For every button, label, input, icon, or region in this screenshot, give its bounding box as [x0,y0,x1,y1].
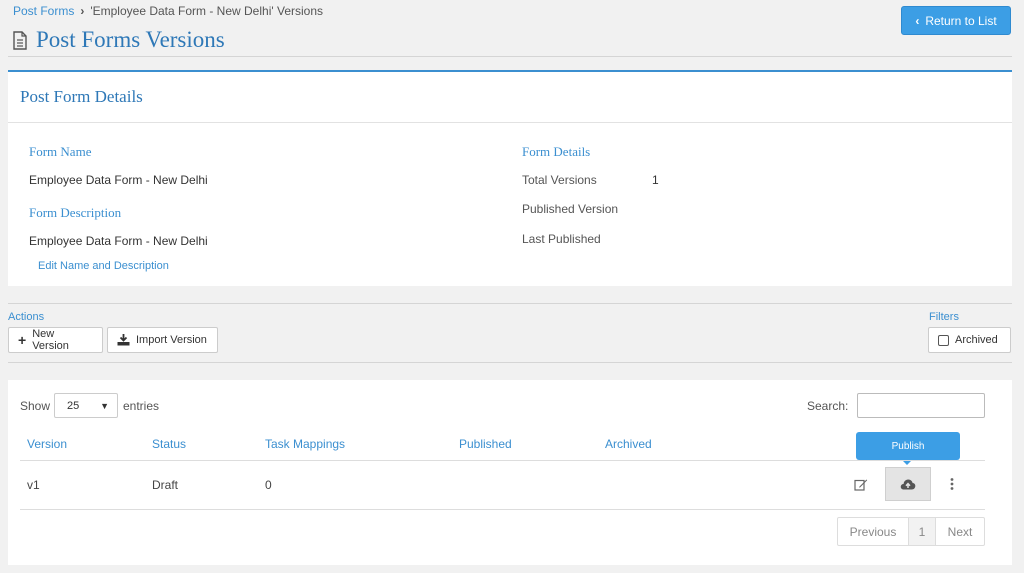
row-task-mappings: 0 [265,478,272,492]
caret-down-icon: ▼ [100,400,109,411]
breadcrumb-post-forms-link[interactable]: Post Forms [13,4,74,18]
vertical-ellipsis-icon [950,478,954,490]
plus-icon: + [18,332,27,348]
pagination: Previous 1 Next [837,517,985,546]
entries-select[interactable]: 25 ▼ [54,393,118,418]
details-panel-title: Post Form Details [8,72,1012,123]
form-name-label: Form Name [29,144,92,159]
last-published-label: Last Published [522,232,601,246]
pagination-page-1[interactable]: 1 [908,518,936,545]
edit-version-button[interactable] [848,471,874,497]
entries-value: 25 [67,399,80,412]
table-row: v1 Draft 0 [20,461,985,509]
pagination-next-button[interactable]: Next [936,518,984,545]
download-icon [117,334,130,346]
column-header-published[interactable]: Published [459,437,512,451]
form-name-value: Employee Data Form - New Delhi [29,173,208,187]
new-version-label: New Version [32,328,69,352]
page-title-text: Post Forms Versions [36,27,225,52]
cloud-upload-icon [900,479,916,490]
column-header-archived[interactable]: Archived [605,437,652,451]
show-label: Show [20,399,51,413]
row-bottom-divider [20,509,985,510]
actions-bottom-divider [8,362,1012,363]
filters-label: Filters [929,311,959,323]
return-to-list-label: Return to List [925,13,997,28]
breadcrumb: Post Forms › 'Employee Data Form - New D… [13,4,323,18]
column-header-version[interactable]: Version [27,437,67,451]
import-version-button[interactable]: Import Version [107,327,218,353]
import-version-label: Import Version [136,334,207,346]
published-version-label: Published Version [522,202,619,216]
more-options-button[interactable] [942,471,962,497]
archived-filter-toggle[interactable]: Archived [928,327,1011,353]
publish-version-button[interactable] [885,467,931,501]
new-version-button[interactable]: + New Version [8,327,103,353]
entries-label: entries [123,399,160,413]
edit-icon [854,479,868,491]
search-input[interactable] [857,393,985,418]
archived-checkbox[interactable] [938,334,949,346]
post-form-details-panel: Post Form Details Form Name Employee Dat… [8,70,1012,286]
return-to-list-button[interactable]: ‹ Return to List [901,6,1011,35]
row-version: v1 [27,478,40,492]
publish-tooltip: Publish [856,432,960,460]
breadcrumb-current: 'Employee Data Form - New Delhi' Version… [90,4,324,18]
chevron-left-icon: ‹ [915,13,920,28]
total-versions-label: Total Versions [522,173,597,187]
actions-label: Actions [8,311,45,323]
form-description-value: Employee Data Form - New Delhi [29,234,208,248]
edit-name-description-link[interactable]: Edit Name and Description [38,260,169,272]
column-header-task-mappings[interactable]: Task Mappings [265,437,345,451]
row-status: Draft [152,478,179,492]
versions-table-panel: Show 25 ▼ entries Search: Version Status… [8,380,1012,565]
page-title: Post Forms Versions [12,27,225,53]
document-icon [13,30,27,50]
form-details-label: Form Details [522,144,591,159]
form-description-label: Form Description [29,205,122,220]
actions-top-divider [8,303,1012,304]
archived-filter-label: Archived [955,334,998,346]
total-versions-value: 1 [652,173,659,187]
column-header-status[interactable]: Status [152,437,186,451]
search-label: Search: [807,399,849,413]
pagination-previous-button[interactable]: Previous [838,518,908,545]
header-divider [8,56,1012,57]
chevron-right-icon: › [80,4,85,18]
